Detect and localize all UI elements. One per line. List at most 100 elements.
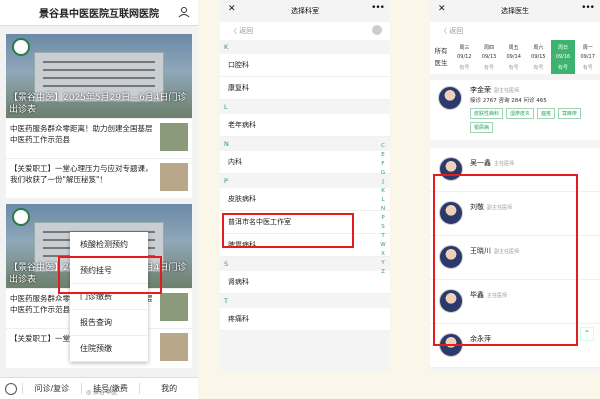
news-item[interactable]: 中医药服务群众零距离！助力创建全国基层中医药工作示范县	[6, 118, 192, 158]
date-tab[interactable]: 周三 09/12 有号	[452, 40, 477, 74]
date-status: 有号	[533, 64, 544, 71]
all-doctors-label-bottom: 医生	[434, 59, 448, 67]
letter-header: P	[224, 177, 228, 185]
alphabet-letter[interactable]: L	[379, 196, 387, 205]
department-item[interactable]: 内科	[220, 151, 390, 174]
date-day: 周六	[533, 44, 544, 51]
hospital-logo	[12, 38, 30, 56]
date-tab[interactable]: 周日 09/16 有号	[550, 40, 576, 74]
date-status: 有号	[459, 64, 470, 71]
alphabet-letter[interactable]: E	[379, 151, 387, 160]
app-title: 景谷县中医医院互联网医院	[39, 9, 159, 20]
back-bar: 〈 返回	[220, 22, 390, 40]
menu-item-nucleic-test[interactable]: 核酸检测预约	[70, 232, 148, 258]
alphabet-index[interactable]: CEFGJKLNPSTWXYZ	[379, 142, 387, 277]
letter-header: L	[224, 103, 228, 111]
alphabet-letter[interactable]: G	[379, 169, 387, 178]
specialty-tag: 痤疮	[537, 108, 556, 119]
department-item[interactable]: 口腔科	[220, 54, 390, 77]
back-button[interactable]: 〈 返回	[230, 26, 253, 36]
date-tab[interactable]: 周一 09/17 有号	[575, 40, 600, 74]
date-tab[interactable]: 周四 09/13 有号	[477, 40, 502, 74]
news-item[interactable]: 【关爱职工】一堂心理压力与应对专题课，我们收获了一份"解压秘笈"！	[6, 158, 192, 198]
service-popup-menu: 核酸检测预约 预约挂号 门诊缴费 报告查询 住院预缴	[70, 232, 148, 362]
more-icon[interactable]: •••	[581, 3, 595, 13]
bottom-menu-mine[interactable]: 我的	[139, 383, 198, 394]
date-status: 有号	[582, 64, 593, 71]
close-icon[interactable]: ✕	[438, 4, 446, 14]
bottom-menu-consult[interactable]: 问诊/复诊	[22, 383, 81, 394]
back-button[interactable]: 〈 返回	[440, 26, 463, 36]
alphabet-letter[interactable]: C	[379, 142, 387, 151]
hero-caption: 【景谷中医】2025年5月29日—6月4日门诊出诊表	[9, 93, 187, 115]
department-item[interactable]: 康复科	[220, 77, 390, 100]
date-day: 周一	[582, 44, 593, 51]
news-thumbnail	[160, 163, 188, 191]
date-date: 09/14	[506, 54, 521, 60]
hospital-logo	[12, 208, 30, 226]
alphabet-letter[interactable]: Z	[379, 268, 387, 277]
doctor-name: 吴一鑫	[470, 159, 491, 167]
all-doctors-tab[interactable]: 所有 医生	[430, 40, 452, 74]
doctor-name-line: 李金荣 副主任医师	[470, 85, 519, 95]
specialty-tag: 荨麻疹	[558, 108, 582, 119]
department-item[interactable]: 疼痛科	[220, 308, 390, 331]
alphabet-letter[interactable]: S	[379, 223, 387, 232]
date-day: 周三	[459, 44, 470, 51]
date-date: 09/17	[580, 54, 595, 60]
date-status: 有号	[558, 64, 569, 71]
date-day: 周五	[508, 44, 519, 51]
back-label: 返回	[239, 27, 254, 35]
department-select-panel: ✕ 选择科室 ••• 〈 返回 K 口腔科 康复科 L 老年病科 N 内科 P 皮肤病科 普洱市名…	[220, 0, 390, 371]
date-status: 有号	[508, 64, 519, 71]
menu-item-inpatient-deposit[interactable]: 住院预缴	[70, 336, 148, 362]
letter-header: T	[224, 297, 228, 305]
date-tab[interactable]: 周六 09/15 有号	[526, 40, 551, 74]
department-item[interactable]: 皮肤病科	[220, 188, 390, 211]
highlight-box	[222, 213, 354, 248]
letter-header: N	[224, 140, 229, 148]
keyboard-icon[interactable]	[5, 382, 17, 395]
news-title: 中医药服务群众零距离！助力创建全国基层中医药工作示范县	[10, 124, 153, 144]
department-item[interactable]: 老年病科	[220, 114, 390, 137]
department-item[interactable]: 肾病科	[220, 271, 390, 294]
alphabet-letter[interactable]: Y	[379, 259, 387, 268]
alphabet-letter[interactable]: W	[379, 241, 387, 250]
alphabet-letter[interactable]: P	[379, 214, 387, 223]
date-date: 09/12	[457, 54, 472, 60]
more-icon[interactable]: •••	[371, 3, 385, 13]
specialty-tag: 皮肤性病科	[470, 108, 504, 119]
news-title: 【关爱职工】一堂心理压力与应对专题课，我们收获了一份"解压秘笈"！	[10, 164, 153, 184]
doctor-name-line: 吴一鑫 主任医师	[470, 158, 514, 168]
highlight-box	[433, 174, 578, 346]
letter-header: K	[224, 43, 229, 51]
user-icon[interactable]	[178, 6, 190, 18]
news-thumbnail	[160, 123, 188, 151]
back-bar: 〈 返回	[430, 22, 600, 40]
watermark-text: 景谷中医	[93, 389, 118, 396]
featured-doctor-card[interactable]: 李金荣 副主任医师 接诊 2767 咨询 284 问诊 465 皮肤性病科 湿疹皮炎…	[430, 80, 600, 140]
news-hero-1[interactable]: 【景谷中医】2025年5月29日—6月4日门诊出诊表	[6, 34, 192, 118]
alphabet-letter[interactable]: X	[379, 250, 387, 259]
doctor-stats: 接诊 2767 咨询 284 问诊 465	[470, 98, 547, 104]
date-status: 有号	[484, 64, 495, 71]
specialty-tag: 湿疹皮炎	[506, 108, 535, 119]
date-selector: 所有 医生 周三 09/12 有号 周四 09/13 有号 周五 09/14 有号 周六 09/15…	[430, 40, 600, 74]
doctor-avatar	[438, 86, 462, 110]
back-label: 返回	[449, 27, 464, 35]
alphabet-letter[interactable]: F	[379, 160, 387, 169]
alphabet-letter[interactable]: T	[379, 232, 387, 241]
scroll-top-icon[interactable]: ⌃	[580, 327, 594, 341]
date-date: 09/16	[555, 54, 571, 60]
user-icon[interactable]	[372, 25, 382, 35]
page-title: 选择医生	[501, 7, 529, 15]
close-icon[interactable]: ✕	[228, 4, 236, 14]
date-tab[interactable]: 周五 09/14 有号	[501, 40, 526, 74]
hospital-home-panel: 景谷县中医医院互联网医院 【景谷中医】2025年5月29日—6月4日门诊出诊表 …	[0, 0, 198, 399]
alphabet-letter[interactable]: N	[379, 205, 387, 214]
alphabet-letter[interactable]: K	[379, 187, 387, 196]
alphabet-letter[interactable]: J	[379, 178, 387, 187]
date-day: 周四	[484, 44, 495, 51]
menu-item-report-query[interactable]: 报告查询	[70, 310, 148, 336]
date-day: 周日	[558, 44, 569, 51]
